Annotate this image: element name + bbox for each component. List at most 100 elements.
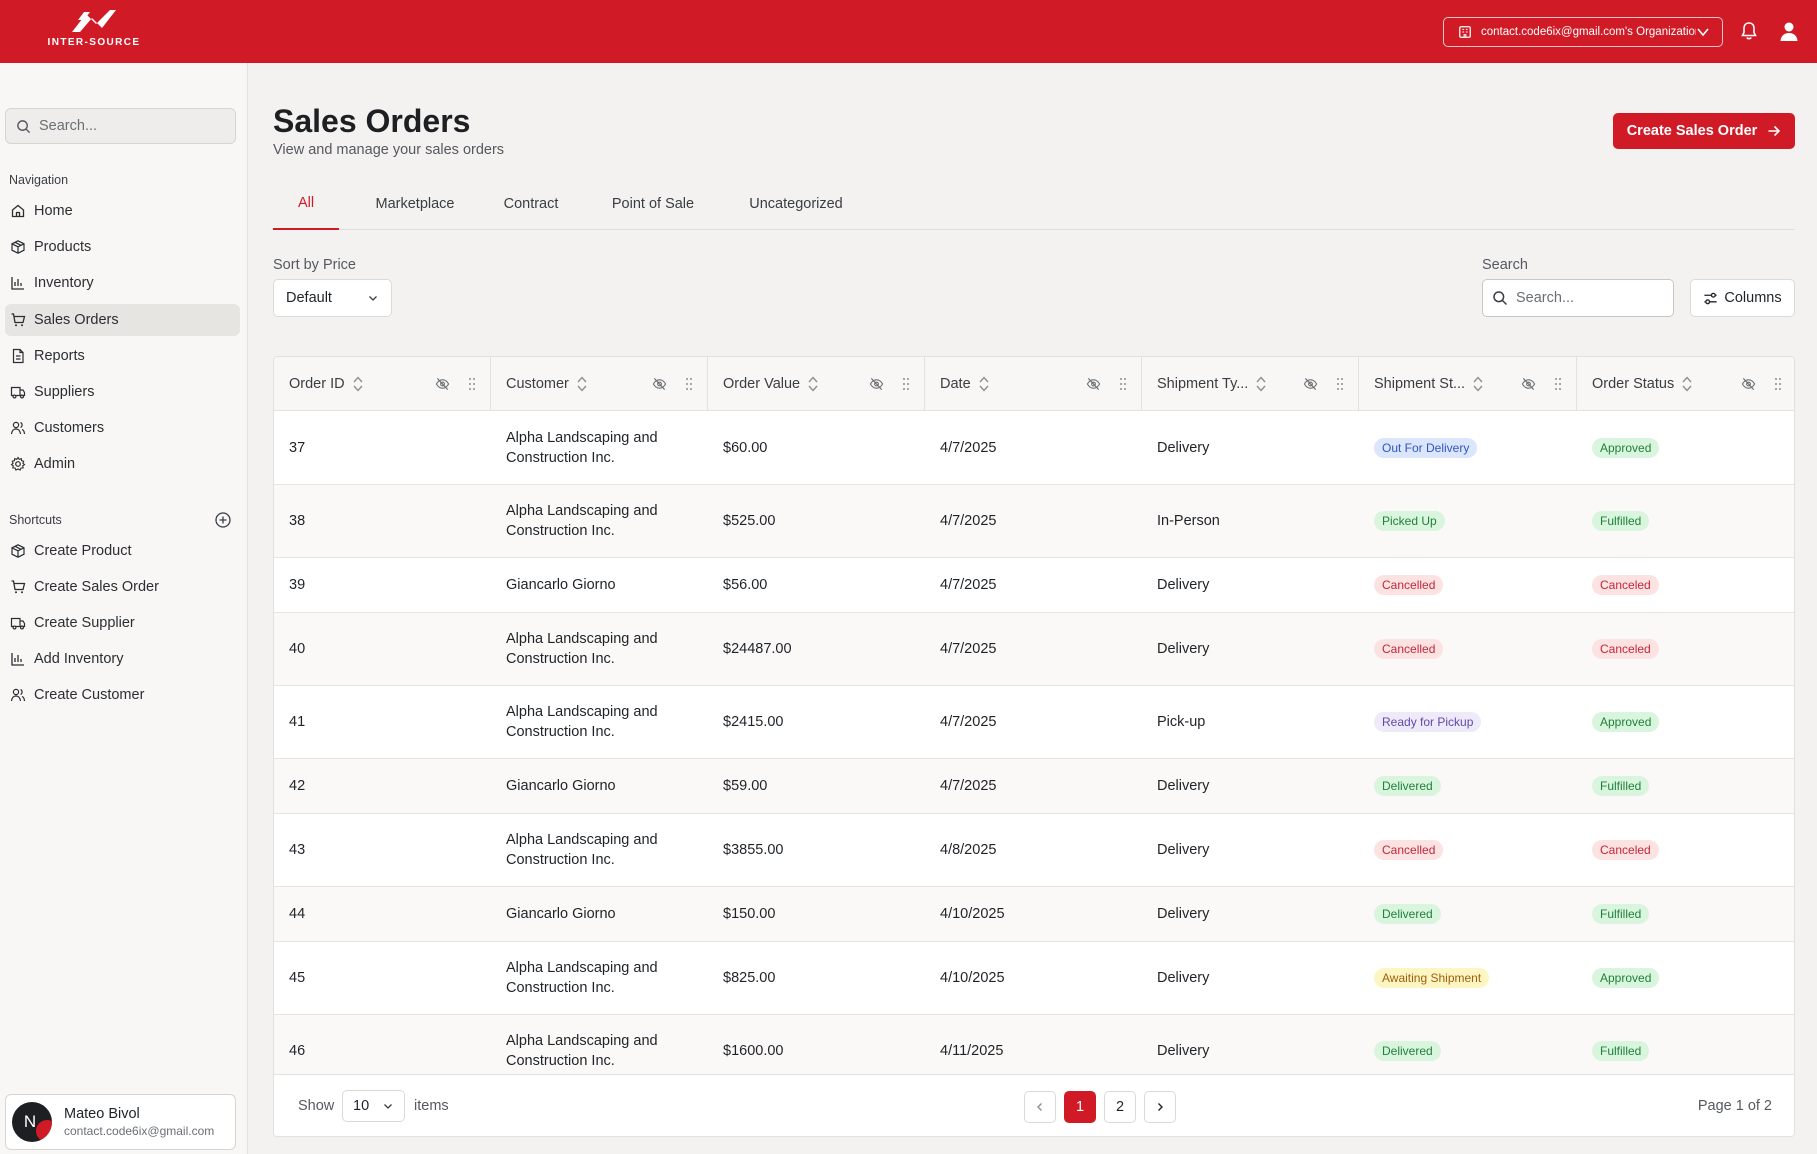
cell-date: 4/7/2025	[925, 759, 1142, 813]
eye-off-icon[interactable]	[1521, 377, 1536, 391]
order-value: $59.00	[723, 778, 768, 794]
sidebar-item-suppliers[interactable]: Suppliers	[5, 376, 240, 408]
drag-handle-icon[interactable]	[1119, 377, 1127, 391]
user-account-card[interactable]: N Mateo Bivol contact.code6ix@gmail.com	[5, 1094, 236, 1150]
table-row[interactable]: 42 Giancarlo Giorno $59.00 4/7/2025 Delivery…	[274, 759, 1794, 814]
eye-off-icon[interactable]	[1086, 377, 1101, 391]
order-id: 40	[289, 641, 306, 657]
sort-icon[interactable]	[807, 375, 819, 393]
sidebar-item-home[interactable]: Home	[5, 195, 240, 227]
tab-all[interactable]: All	[273, 177, 339, 230]
cell-order-status: Canceled	[1577, 814, 1794, 886]
shortcut-label: Create Supplier	[34, 615, 135, 631]
next-page-button[interactable]	[1144, 1091, 1176, 1123]
user-profile-icon[interactable]	[1778, 20, 1800, 42]
page-button-1[interactable]: 1	[1064, 1091, 1096, 1123]
column-header-order-value[interactable]: Order Value	[708, 357, 925, 411]
sort-icon[interactable]	[576, 375, 588, 393]
drag-handle-icon[interactable]	[468, 377, 476, 391]
top-bar: INTER-SOURCE contact.code6ix@gmail.com's…	[0, 0, 1817, 63]
eye-off-icon[interactable]	[435, 377, 450, 391]
table-row[interactable]: 44 Giancarlo Giorno $150.00 4/10/2025 Delive…	[274, 887, 1794, 942]
sidebar-item-admin[interactable]: Admin	[5, 448, 240, 480]
column-header-shipment-type[interactable]: Shipment Ty...	[1142, 357, 1359, 411]
tab-point-of-sale[interactable]: Point of Sale	[598, 177, 708, 230]
organization-select[interactable]: contact.code6ix@gmail.com's Organization	[1443, 17, 1723, 47]
sidebar-item-inventory[interactable]: Inventory	[5, 267, 240, 299]
order-id: 43	[289, 842, 306, 858]
order-value: $24487.00	[723, 641, 792, 657]
cell-customer: Alpha Landscaping and Construction Inc.	[491, 814, 708, 886]
order-value: $1600.00	[723, 1043, 784, 1059]
tab-marketplace[interactable]: Marketplace	[365, 177, 465, 230]
sort-icon[interactable]	[352, 375, 364, 393]
sort-by-price-select[interactable]: Default	[273, 279, 392, 317]
sidebar-item-customers[interactable]: Customers	[5, 412, 240, 444]
customer-name-line: Giancarlo Giorno	[506, 906, 616, 922]
sort-icon[interactable]	[1255, 375, 1267, 393]
shortcut-create-customer[interactable]: Create Customer	[5, 679, 240, 711]
eye-off-icon[interactable]	[652, 377, 667, 391]
chevron-down-icon	[369, 296, 377, 301]
order-status-badge: Fulfilled	[1592, 776, 1650, 796]
order-status-badge: Approved	[1592, 712, 1660, 732]
sidebar-item-products[interactable]: Products	[5, 231, 240, 263]
create-sales-order-button[interactable]: Create Sales Order	[1613, 113, 1795, 149]
page-size-select[interactable]: 10	[342, 1090, 405, 1122]
previous-page-button[interactable]	[1024, 1091, 1056, 1123]
sidebar-item-reports[interactable]: Reports	[5, 340, 240, 372]
order-status-badge: Canceled	[1592, 575, 1659, 595]
table-row[interactable]: 37 Alpha Landscaping and Construction Inc.…	[274, 412, 1794, 485]
eye-off-icon[interactable]	[1303, 377, 1318, 391]
brand-logo[interactable]: INTER-SOURCE	[46, 8, 142, 54]
table-row[interactable]: 41 Alpha Landscaping and Construction Inc.…	[274, 686, 1794, 759]
bell-icon[interactable]	[1738, 20, 1760, 42]
table-row[interactable]: 38 Alpha Landscaping and Construction Inc.…	[274, 485, 1794, 558]
order-value: $525.00	[723, 513, 776, 529]
shortcut-create-sales-order[interactable]: Create Sales Order	[5, 571, 240, 603]
organization-label: contact.code6ix@gmail.com's Organization	[1481, 26, 1696, 38]
sort-icon[interactable]	[978, 375, 990, 393]
cell-order-status: Approved	[1577, 412, 1794, 484]
page-button-2[interactable]: 2	[1104, 1091, 1136, 1123]
drag-handle-icon[interactable]	[1554, 377, 1562, 391]
shipment-status-badge: Ready for Pickup	[1374, 712, 1482, 732]
column-label: Customer	[506, 376, 569, 392]
building-icon	[1459, 26, 1471, 38]
drag-handle-icon[interactable]	[685, 377, 693, 391]
table-row[interactable]: 39 Giancarlo Giorno $56.00 4/7/2025 Delivery…	[274, 558, 1794, 613]
shortcut-create-product[interactable]: Create Product	[5, 535, 240, 567]
customer-name: Alpha Landscaping and Construction Inc.	[506, 629, 658, 669]
column-header-shipment-status[interactable]: Shipment St...	[1359, 357, 1577, 411]
shortcut-label: Create Sales Order	[34, 579, 159, 595]
drag-handle-icon[interactable]	[1774, 377, 1782, 391]
column-header-order-status[interactable]: Order Status	[1577, 357, 1794, 411]
eye-off-icon[interactable]	[1741, 377, 1756, 391]
add-shortcut-icon[interactable]	[214, 511, 232, 529]
eye-off-icon[interactable]	[869, 377, 884, 391]
table-row[interactable]: 45 Alpha Landscaping and Construction Inc.…	[274, 942, 1794, 1015]
customer-name-line: Alpha Landscaping and	[506, 631, 658, 647]
shipment-type: Delivery	[1157, 842, 1210, 858]
customer-name-line: Construction Inc.	[506, 450, 615, 466]
sort-icon[interactable]	[1681, 375, 1693, 393]
shortcut-create-supplier[interactable]: Create Supplier	[5, 607, 240, 639]
column-header-date[interactable]: Date	[925, 357, 1142, 411]
table-row[interactable]: 40 Alpha Landscaping and Construction Inc.…	[274, 613, 1794, 686]
shortcut-add-inventory[interactable]: Add Inventory	[5, 643, 240, 675]
sidebar-search-input[interactable]: Search...	[5, 108, 236, 144]
orders-search-input[interactable]: Search...	[1482, 279, 1674, 317]
columns-button[interactable]: Columns	[1690, 279, 1795, 317]
shipment-status-badge: Out For Delivery	[1374, 438, 1478, 458]
column-header-customer[interactable]: Customer	[491, 357, 708, 411]
drag-handle-icon[interactable]	[1336, 377, 1344, 391]
drag-handle-icon[interactable]	[902, 377, 910, 391]
sort-icon[interactable]	[1472, 375, 1484, 393]
tab-contract[interactable]: Contract	[494, 177, 568, 230]
sidebar-item-sales-orders[interactable]: Sales Orders	[5, 304, 240, 336]
users-icon	[10, 688, 26, 702]
table-pagination: Show 10 items 1 2 Page 1 of 2	[274, 1074, 1794, 1136]
table-row[interactable]: 43 Alpha Landscaping and Construction Inc.…	[274, 814, 1794, 887]
tab-uncategorized[interactable]: Uncategorized	[735, 177, 857, 230]
column-header-order-id[interactable]: Order ID	[274, 357, 491, 411]
